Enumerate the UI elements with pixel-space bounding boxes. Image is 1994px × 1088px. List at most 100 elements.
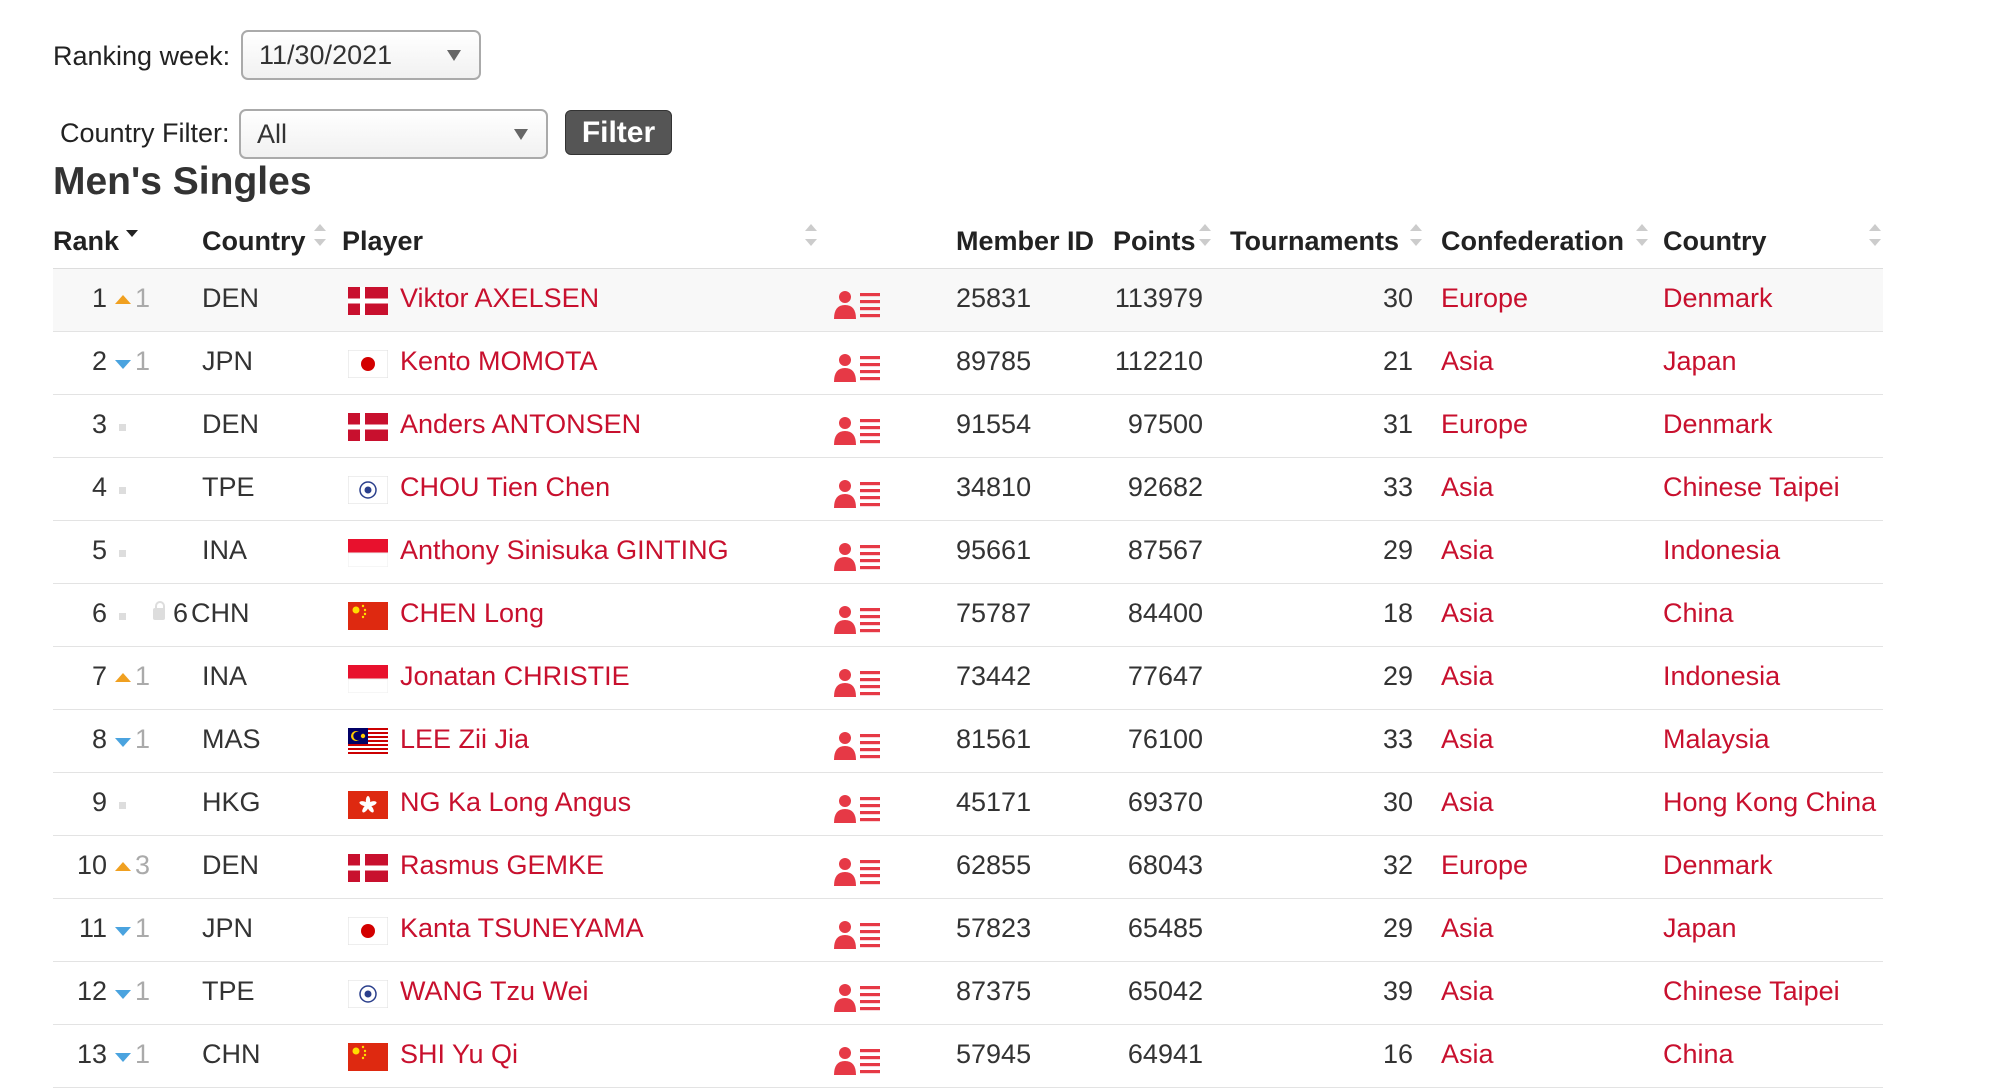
player-profile-icon[interactable] bbox=[833, 667, 881, 697]
player-name-link[interactable]: Anders ANTONSEN bbox=[400, 409, 641, 440]
confederation-link[interactable]: Asia bbox=[1441, 787, 1494, 818]
country-link[interactable]: Denmark bbox=[1663, 283, 1773, 314]
rank-value: 6 bbox=[91, 598, 107, 628]
player-name-link[interactable]: Viktor AXELSEN bbox=[400, 283, 599, 314]
player-profile-icon[interactable] bbox=[833, 856, 881, 886]
rank-down-icon bbox=[115, 360, 131, 369]
player-profile-icon[interactable] bbox=[833, 1045, 881, 1075]
country-link[interactable]: Japan bbox=[1663, 346, 1737, 377]
player-profile-icon[interactable] bbox=[833, 289, 881, 319]
confederation-link[interactable]: Asia bbox=[1441, 346, 1494, 377]
player-profile-icon[interactable] bbox=[833, 982, 881, 1012]
player-profile-icon[interactable] bbox=[833, 919, 881, 949]
confederation-link[interactable]: Asia bbox=[1441, 724, 1494, 755]
country-link[interactable]: Chinese Taipei bbox=[1663, 472, 1840, 503]
country-link[interactable]: Indonesia bbox=[1663, 661, 1780, 692]
member-id: 91554 bbox=[956, 409, 1032, 439]
tournaments-value: 39 bbox=[1382, 976, 1413, 1006]
confederation-link[interactable]: Asia bbox=[1441, 976, 1494, 1007]
player-profile-icon[interactable] bbox=[833, 415, 881, 445]
confederation-header[interactable]: Confederation bbox=[1441, 226, 1624, 257]
tournaments-value: 29 bbox=[1382, 913, 1413, 943]
country-link[interactable]: China bbox=[1663, 598, 1734, 629]
points-value: 77647 bbox=[1127, 661, 1203, 691]
sort-icon[interactable] bbox=[314, 224, 326, 246]
country-link[interactable]: Chinese Taipei bbox=[1663, 976, 1840, 1007]
member-id: 75787 bbox=[956, 598, 1032, 628]
member-id: 57823 bbox=[956, 913, 1032, 943]
confederation-link[interactable]: Asia bbox=[1441, 1039, 1494, 1070]
lock-icon bbox=[153, 601, 165, 620]
player-name-link[interactable]: NG Ka Long Angus bbox=[400, 787, 631, 818]
member-id: 95661 bbox=[956, 535, 1032, 565]
tournaments-value: 31 bbox=[1382, 409, 1413, 439]
sort-icon[interactable] bbox=[1636, 224, 1648, 246]
player-profile-icon[interactable] bbox=[833, 604, 881, 634]
player-profile-icon[interactable] bbox=[833, 793, 881, 823]
points-value: 76100 bbox=[1127, 724, 1203, 754]
sort-desc-icon[interactable] bbox=[126, 224, 138, 246]
confederation-link[interactable]: Europe bbox=[1441, 283, 1528, 314]
rank-value: 13 bbox=[76, 1039, 107, 1069]
country-link[interactable]: Malaysia bbox=[1663, 724, 1770, 755]
player-name-link[interactable]: Kento MOMOTA bbox=[400, 346, 598, 377]
member-id: 81561 bbox=[956, 724, 1032, 754]
confederation-link[interactable]: Europe bbox=[1441, 850, 1528, 881]
table-row: 13 1 CHN SHI Yu Qi 57945 64941 16 Asia China bbox=[53, 1025, 1883, 1088]
country-link[interactable]: Denmark bbox=[1663, 409, 1773, 440]
rank-header[interactable]: Rank bbox=[53, 226, 119, 257]
tournaments-value: 30 bbox=[1382, 787, 1413, 817]
player-name-link[interactable]: Anthony Sinisuka GINTING bbox=[400, 535, 729, 566]
player-profile-icon[interactable] bbox=[833, 730, 881, 760]
flag-icon-jpn bbox=[348, 350, 388, 378]
sort-icon[interactable] bbox=[1410, 224, 1422, 246]
country-link[interactable]: Hong Kong China bbox=[1663, 787, 1876, 818]
player-name-link[interactable]: LEE Zii Jia bbox=[400, 724, 529, 755]
player-name-link[interactable]: Rasmus GEMKE bbox=[400, 850, 604, 881]
country-link[interactable]: China bbox=[1663, 1039, 1734, 1070]
rank-unchanged-icon bbox=[119, 613, 126, 620]
confederation-link[interactable]: Asia bbox=[1441, 472, 1494, 503]
country-code: INA bbox=[202, 535, 248, 565]
member-id-header[interactable]: Member ID bbox=[956, 226, 1094, 257]
table-row: 12 1 TPE WANG Tzu Wei 87375 65042 39 Asia Chines… bbox=[53, 962, 1883, 1025]
country-link[interactable]: Japan bbox=[1663, 913, 1737, 944]
player-name-link[interactable]: SHI Yu Qi bbox=[400, 1039, 518, 1070]
points-header[interactable]: Points bbox=[1113, 226, 1196, 257]
filter-button[interactable]: Filter bbox=[565, 110, 672, 155]
country-code: DEN bbox=[202, 409, 260, 439]
player-profile-icon[interactable] bbox=[833, 541, 881, 571]
rankings-table: Rank Country Player Member ID Points Tou… bbox=[53, 218, 1883, 1088]
tournaments-value: 29 bbox=[1382, 661, 1413, 691]
confederation-link[interactable]: Asia bbox=[1441, 661, 1494, 692]
player-name-link[interactable]: Jonatan CHRISTIE bbox=[400, 661, 630, 692]
player-header[interactable]: Player bbox=[342, 226, 423, 257]
country-code-header[interactable]: Country bbox=[202, 226, 306, 257]
tournaments-header[interactable]: Tournaments bbox=[1230, 226, 1399, 257]
confederation-link[interactable]: Asia bbox=[1441, 598, 1494, 629]
confederation-link[interactable]: Asia bbox=[1441, 535, 1494, 566]
sort-icon[interactable] bbox=[805, 224, 817, 246]
player-name-link[interactable]: WANG Tzu Wei bbox=[400, 976, 589, 1007]
country-code: JPN bbox=[202, 346, 254, 376]
player-profile-icon[interactable] bbox=[833, 478, 881, 508]
points-value: 65042 bbox=[1127, 976, 1203, 1006]
sort-icon[interactable] bbox=[1199, 224, 1211, 246]
rank-unchanged-icon bbox=[119, 424, 126, 431]
player-name-link[interactable]: Kanta TSUNEYAMA bbox=[400, 913, 644, 944]
ranking-week-label: Ranking week: bbox=[53, 40, 231, 71]
ranking-week-select[interactable]: 11/30/2021 bbox=[241, 30, 481, 80]
player-name-link[interactable]: CHEN Long bbox=[400, 598, 544, 629]
country-filter-select[interactable]: All bbox=[239, 109, 548, 159]
flag-icon-den bbox=[348, 854, 388, 882]
country-header[interactable]: Country bbox=[1663, 226, 1767, 257]
rank-change: 1 bbox=[135, 283, 151, 313]
confederation-link[interactable]: Europe bbox=[1441, 409, 1528, 440]
country-link[interactable]: Denmark bbox=[1663, 850, 1773, 881]
table-row: 6 6 CHN CHEN Long 75787 84400 18 Asia China bbox=[53, 584, 1883, 647]
sort-icon[interactable] bbox=[1869, 224, 1881, 246]
player-name-link[interactable]: CHOU Tien Chen bbox=[400, 472, 610, 503]
player-profile-icon[interactable] bbox=[833, 352, 881, 382]
country-link[interactable]: Indonesia bbox=[1663, 535, 1780, 566]
confederation-link[interactable]: Asia bbox=[1441, 913, 1494, 944]
